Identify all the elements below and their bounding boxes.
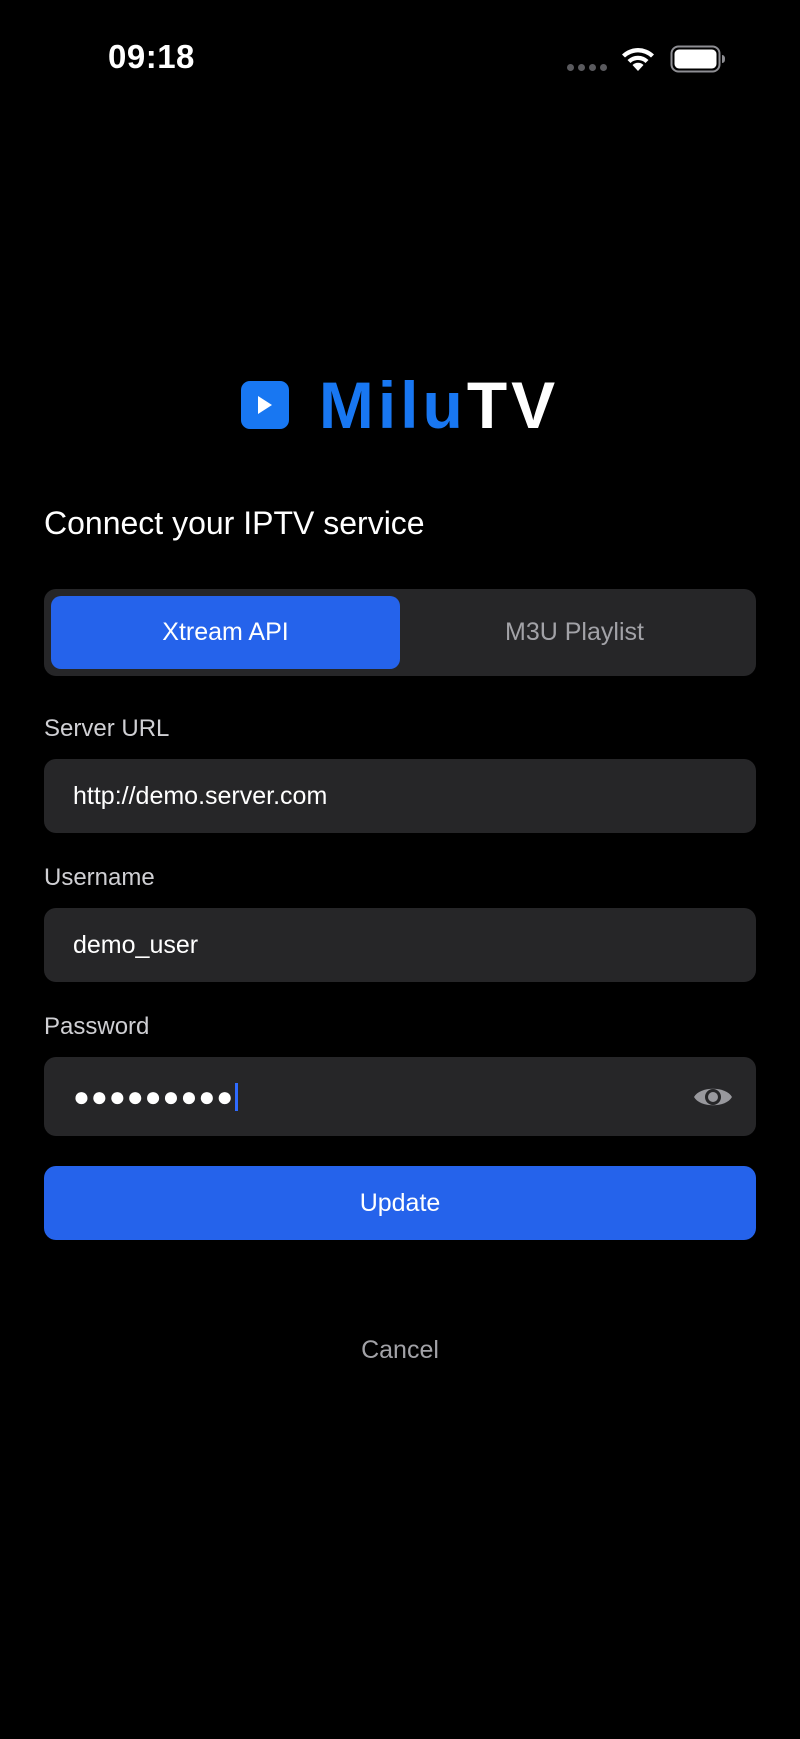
tab-xtream-api[interactable]: Xtream API xyxy=(51,596,400,669)
status-time: 09:18 xyxy=(108,38,195,75)
tab-m3u-playlist[interactable]: M3U Playlist xyxy=(400,596,749,669)
service-type-segmented-control: Xtream API M3U Playlist xyxy=(44,589,756,676)
cancel-button[interactable]: Cancel xyxy=(0,1336,800,1365)
password-label: Password xyxy=(44,1013,150,1040)
username-value: demo_user xyxy=(73,931,199,959)
wifi-icon xyxy=(622,48,654,71)
server-url-label: Server URL xyxy=(44,715,170,742)
password-field[interactable]: ●●●●●●●●● xyxy=(44,1057,756,1136)
update-button[interactable]: Update xyxy=(44,1166,756,1240)
status-bar: 09:18 xyxy=(0,0,800,120)
signal-dots-icon xyxy=(567,64,609,71)
play-icon xyxy=(240,381,289,429)
logo-text-tv: TV xyxy=(466,368,560,442)
text-cursor xyxy=(235,1083,239,1111)
server-url-field[interactable]: http://demo.server.com xyxy=(44,759,756,833)
password-mask: ●●●●●●●●● xyxy=(73,1081,235,1112)
logo-wordmark: MiluTV xyxy=(319,370,559,440)
password-value: ●●●●●●●●● xyxy=(73,1081,239,1112)
eye-icon[interactable] xyxy=(692,1081,734,1113)
app-logo: MiluTV xyxy=(0,370,800,440)
battery-icon xyxy=(670,45,725,73)
username-field[interactable]: demo_user xyxy=(44,908,756,982)
logo-text-milu: Milu xyxy=(318,368,467,442)
server-url-value: http://demo.server.com xyxy=(73,782,328,810)
page-title: Connect your IPTV service xyxy=(44,505,425,541)
username-label: Username xyxy=(44,864,155,891)
